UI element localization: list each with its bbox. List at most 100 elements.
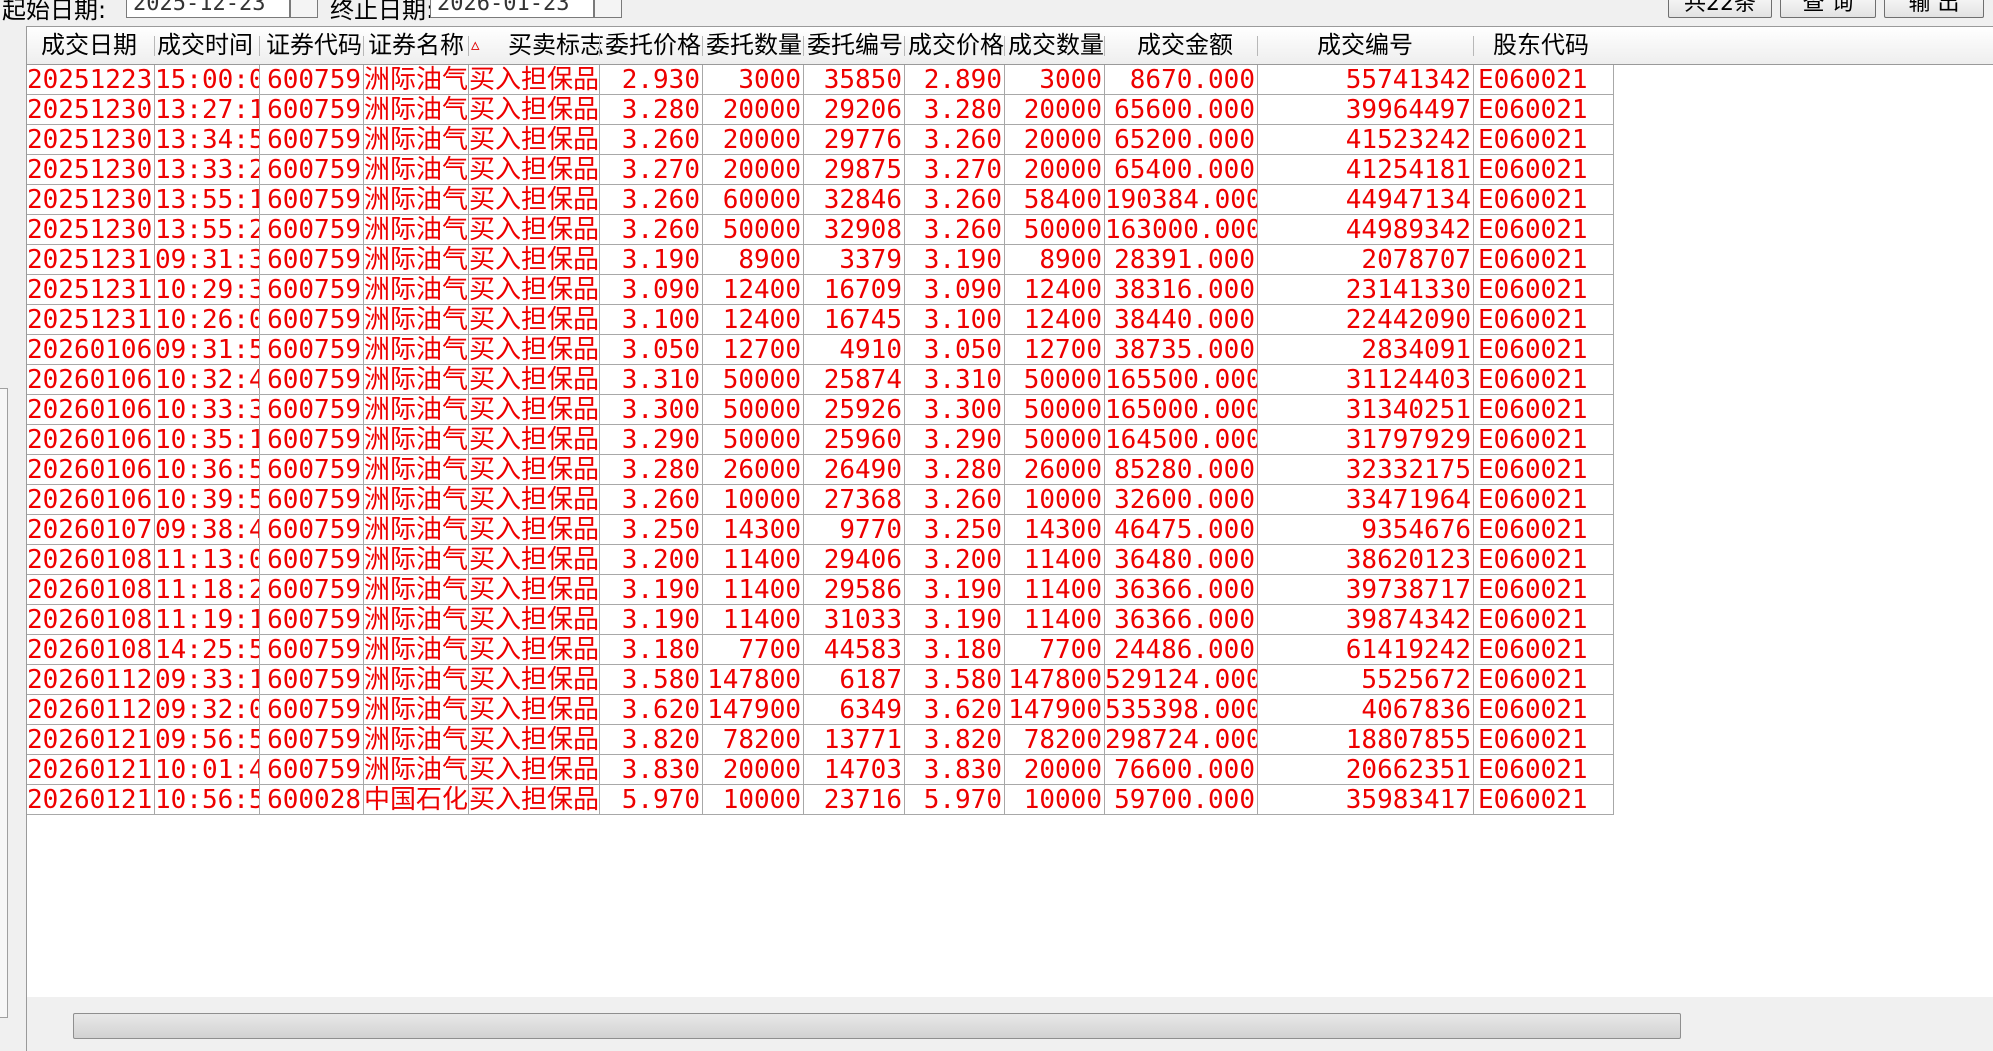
cell-trade-date: 20251230 [27, 185, 155, 215]
end-date-input[interactable]: 2026-01-23 [430, 0, 594, 18]
column-header-security-code[interactable]: 证券代码 [266, 27, 362, 64]
sort-indicator-icon: ▵ [471, 35, 480, 55]
cell-trade-price: 5.970 [905, 785, 1005, 815]
cell-trade-amount: 535398.000 [1105, 695, 1258, 725]
cell-trade-time: 11:18:23 [155, 575, 260, 605]
cell-order-qty: 12400 [703, 275, 804, 305]
cell-side-flag: 买入担保品 [469, 155, 600, 185]
cell-shareholder-code: E060021 [1474, 395, 1614, 425]
query-button[interactable]: 查 询 [1780, 0, 1876, 18]
cell-order-qty: 7700 [703, 635, 804, 665]
cell-trade-price: 3.260 [905, 125, 1005, 155]
column-separator[interactable] [468, 36, 469, 56]
column-header-order-no[interactable]: 委托编号 [807, 27, 903, 64]
column-header-trade-no[interactable]: 成交编号 [1317, 27, 1413, 64]
cell-order-price: 3.290 [600, 425, 703, 455]
cell-trade-price: 3.300 [905, 395, 1005, 425]
cell-trade-price: 3.280 [905, 455, 1005, 485]
cell-trade-time: 13:33:28 [155, 155, 260, 185]
cell-security-name: 洲际油气 [364, 215, 469, 245]
cell-order-qty: 20000 [703, 755, 804, 785]
cell-security-code: 600759 [260, 665, 364, 695]
column-separator[interactable] [599, 36, 600, 56]
horizontal-scrollbar[interactable] [27, 997, 1993, 1051]
cell-security-code: 600759 [260, 305, 364, 335]
end-date-dropdown-icon[interactable] [594, 0, 622, 18]
cell-trade-price: 3.830 [905, 755, 1005, 785]
cell-trade-time: 13:34:50 [155, 125, 260, 155]
cell-trade-amount: 65400.000 [1105, 155, 1258, 185]
cell-trade-no: 31797929 [1258, 425, 1474, 455]
cell-trade-no: 4067836 [1258, 695, 1474, 725]
cell-order-price: 3.190 [600, 575, 703, 605]
column-separator[interactable] [259, 36, 260, 56]
cell-side-flag: 买入担保品 [469, 545, 600, 575]
cell-order-qty: 11400 [703, 575, 804, 605]
cell-trade-qty: 26000 [1005, 455, 1105, 485]
column-separator[interactable] [904, 36, 905, 56]
cell-trade-amount: 165500.000 [1105, 365, 1258, 395]
cell-trade-date: 20251231 [27, 305, 155, 335]
start-date-input[interactable]: 2025-12-23 [126, 0, 290, 18]
cell-trade-amount: 65200.000 [1105, 125, 1258, 155]
cell-trade-time: 13:55:25 [155, 215, 260, 245]
cell-trade-amount: 190384.000 [1105, 185, 1258, 215]
cell-side-flag: 买入担保品 [469, 485, 600, 515]
horizontal-scrollbar-thumb[interactable] [73, 1013, 1681, 1039]
column-header-trade-qty[interactable]: 成交数量 [1008, 27, 1104, 64]
output-button[interactable]: 输 出 [1884, 0, 1984, 18]
cell-trade-price: 3.090 [905, 275, 1005, 305]
column-separator[interactable] [363, 36, 364, 56]
table-row[interactable]: 2026012110:56:57600028中国石化买入担保品5.9701000… [27, 785, 1993, 823]
column-separator[interactable] [803, 36, 804, 56]
column-header-order-qty[interactable]: 委托数量 [706, 27, 802, 64]
cell-trade-time: 10:01:42 [155, 755, 260, 785]
cell-trade-price: 3.580 [905, 665, 1005, 695]
cell-trade-no: 39964497 [1258, 95, 1474, 125]
cell-order-no: 6187 [804, 665, 905, 695]
cell-side-flag: 买入担保品 [469, 335, 600, 365]
cell-order-price: 3.190 [600, 605, 703, 635]
cell-shareholder-code: E060021 [1474, 665, 1614, 695]
cell-order-no: 25960 [804, 425, 905, 455]
column-header-order-price[interactable]: 委托价格 [605, 27, 701, 64]
column-header-trade-time[interactable]: 成交时间 [157, 27, 253, 64]
cell-trade-amount: 76600.000 [1105, 755, 1258, 785]
cell-security-code: 600759 [260, 125, 364, 155]
cell-trade-amount: 32600.000 [1105, 485, 1258, 515]
cell-trade-date: 20251230 [27, 155, 155, 185]
column-header-shareholder-code[interactable]: 股东代码 [1493, 27, 1589, 64]
cell-shareholder-code: E060021 [1474, 65, 1614, 95]
cell-shareholder-code: E060021 [1474, 755, 1614, 785]
column-separator[interactable] [1004, 36, 1005, 56]
column-separator[interactable] [1257, 36, 1258, 56]
grid-header: 成交日期 成交时间 证券代码 证券名称 买卖标志 委托价格 委托数量 委托编号 成交价格 成交数量… [27, 27, 1993, 65]
column-separator[interactable] [1473, 36, 1474, 56]
column-header-security-name[interactable]: 证券名称 [368, 27, 464, 64]
column-separator[interactable] [702, 36, 703, 56]
cell-trade-qty: 50000 [1005, 365, 1105, 395]
cell-trade-time: 13:55:13 [155, 185, 260, 215]
cell-trade-no: 41254181 [1258, 155, 1474, 185]
cell-security-code: 600759 [260, 365, 364, 395]
cell-side-flag: 买入担保品 [469, 215, 600, 245]
trades-grid[interactable]: 成交日期 成交时间 证券代码 证券名称 买卖标志 委托价格 委托数量 委托编号 成交价格 成交数量… [26, 26, 1993, 1051]
cell-side-flag: 买入担保品 [469, 125, 600, 155]
column-header-trade-date[interactable]: 成交日期 [41, 27, 137, 64]
start-date-dropdown-icon[interactable] [290, 0, 318, 18]
cell-trade-qty: 147900 [1005, 695, 1105, 725]
column-header-trade-price[interactable]: 成交价格 [908, 27, 1004, 64]
cell-trade-no: 61419242 [1258, 635, 1474, 665]
column-header-side-flag[interactable]: 买卖标志 [508, 27, 604, 64]
column-separator[interactable] [154, 36, 155, 56]
column-header-trade-amount[interactable]: 成交金额 [1137, 27, 1233, 64]
cell-side-flag: 买入担保品 [469, 635, 600, 665]
cell-trade-no: 39874342 [1258, 605, 1474, 635]
cell-order-no: 29206 [804, 95, 905, 125]
cell-side-flag: 买入担保品 [469, 515, 600, 545]
cell-security-code: 600759 [260, 215, 364, 245]
cell-shareholder-code: E060021 [1474, 215, 1614, 245]
column-separator[interactable] [1104, 36, 1105, 56]
cell-security-code: 600759 [260, 545, 364, 575]
record-count-label: 共22条 [1668, 0, 1772, 18]
